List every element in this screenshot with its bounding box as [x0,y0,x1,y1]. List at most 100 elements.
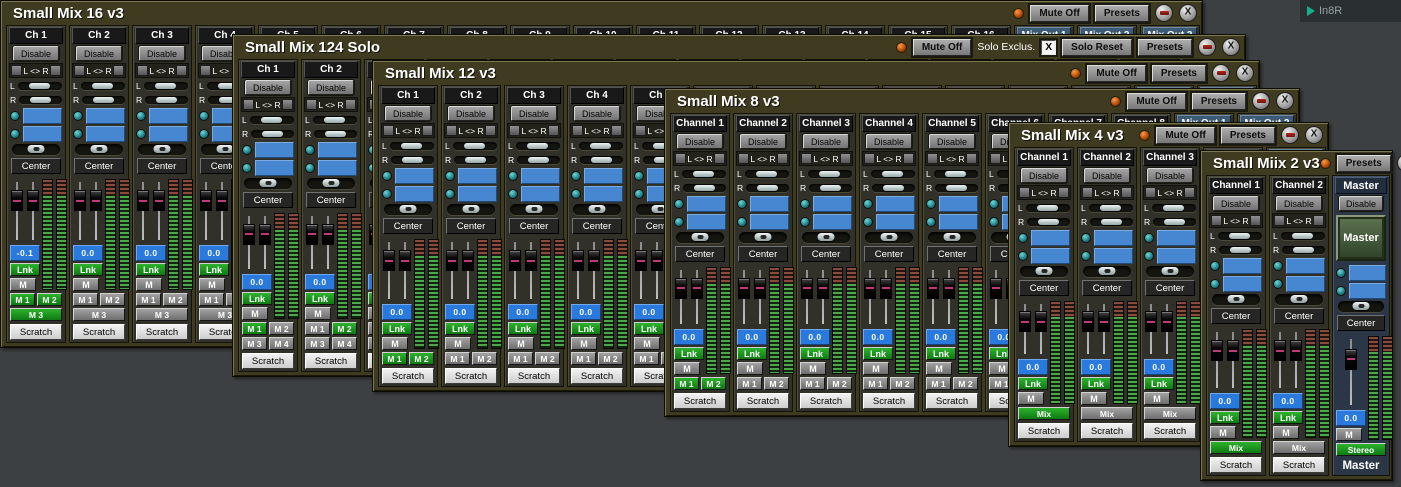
mute-off-button[interactable]: Mute Off [1030,5,1089,22]
pan-handle[interactable] [1036,267,1053,275]
bus-button[interactable]: M 1 [634,352,659,365]
slider-handle[interactable] [1293,247,1314,253]
slider-handle[interactable] [882,171,903,177]
fader-cap[interactable] [927,278,939,299]
close-button[interactable]: X [1276,92,1294,110]
input-slider-l[interactable] [516,142,560,150]
fader-track[interactable] [11,181,23,243]
fader-cap[interactable] [1345,349,1357,370]
pan-slider[interactable] [1146,266,1194,277]
fader-cap[interactable] [651,250,663,271]
link-button[interactable]: Lnk [305,292,335,305]
pan-handle[interactable] [1353,302,1370,310]
fader-cap[interactable] [383,250,395,271]
input-slider-r[interactable] [872,184,915,192]
bus-button[interactable]: M 1 [382,352,407,365]
lr-swap-left-button[interactable] [572,125,583,136]
pan-handle[interactable] [1228,295,1245,303]
bus-button[interactable]: M 1 [199,293,224,306]
fader-cap[interactable] [943,278,955,299]
input-slider-l[interactable] [934,170,978,178]
fader-cap[interactable] [1227,340,1239,361]
fader-cap[interactable] [1211,340,1223,361]
slider-handle[interactable] [464,143,485,149]
presets-button[interactable]: Presets [1221,127,1275,144]
input-slider-l[interactable] [1026,204,1070,212]
input-slider-r[interactable] [314,130,357,138]
bus-button[interactable]: Mix [1273,441,1325,454]
disable-button[interactable]: Disable [1213,196,1259,211]
pan-handle[interactable] [154,145,171,153]
bus-button[interactable]: M 2 [701,377,726,390]
scratch-button[interactable]: Scratch [1081,423,1133,439]
input-slider-r[interactable] [517,156,560,164]
mute-button[interactable]: M [73,278,99,291]
fader-track[interactable] [259,215,271,272]
fader-cap[interactable] [1035,311,1047,332]
input-slider-r[interactable] [391,156,434,164]
input-slider-l[interactable] [390,142,434,150]
scratch-button[interactable]: Scratch [1210,457,1262,473]
lr-swap-left-button[interactable] [738,153,749,164]
fader-track[interactable] [509,241,521,302]
scratch-button[interactable]: Scratch [445,368,497,384]
link-button[interactable]: Lnk [737,347,767,360]
fader-track[interactable] [90,181,102,243]
fader-cap[interactable] [1161,311,1173,332]
pan-handle[interactable] [28,145,45,153]
input-slider-r[interactable] [251,130,294,138]
bus-button[interactable]: M 3 [73,308,125,321]
pan-handle[interactable] [1162,267,1179,275]
lr-swap-left-button[interactable] [446,125,457,136]
lr-swap-right-button[interactable] [422,125,433,136]
fader-track[interactable] [588,241,600,302]
input-slider-l[interactable] [144,82,188,90]
pan-handle[interactable] [944,233,961,241]
mute-off-button[interactable]: Mute Off [1087,65,1146,82]
lr-swap-right-button[interactable] [50,65,61,76]
lr-swap-left-button[interactable] [1211,215,1222,226]
solo-exclusive-checkbox[interactable]: X [1041,40,1056,55]
slider-handle[interactable] [1163,205,1184,211]
lr-swap-right-button[interactable] [548,125,559,136]
lr-swap-left-button[interactable] [1082,187,1093,198]
fader-cap[interactable] [1098,311,1110,332]
lr-swap-right-button[interactable] [714,153,725,164]
fader-track[interactable] [738,269,750,327]
pan-slider[interactable] [802,232,850,243]
disable-button[interactable]: Disable [1084,168,1130,183]
pan-slider[interactable] [1020,266,1068,277]
bus-button[interactable]: M 1 [242,322,267,335]
slider-handle[interactable] [1230,247,1251,253]
fader-cap[interactable] [801,278,813,299]
fader-cap[interactable] [259,224,271,245]
pan-handle[interactable] [91,145,108,153]
slider-handle[interactable] [694,185,715,191]
disable-button[interactable]: Disable [740,134,786,149]
lr-swap-left-button[interactable] [200,65,211,76]
fader-track[interactable] [322,215,334,272]
pan-slider[interactable] [928,232,976,243]
slider-handle[interactable] [883,185,904,191]
scratch-button[interactable]: Scratch [1018,423,1070,439]
mute-button[interactable]: M [305,307,331,320]
lr-swap-left-button[interactable] [243,99,254,110]
input-slider-l[interactable] [453,142,497,150]
lr-swap-left-button[interactable] [11,65,22,76]
bus-button[interactable]: M 1 [800,377,825,390]
center-button[interactable]: Center [446,218,496,234]
input-slider-l[interactable] [250,116,294,124]
pan-handle[interactable] [217,145,234,153]
link-button[interactable]: Lnk [1144,377,1174,390]
pan-slider[interactable] [739,232,787,243]
fader-cap[interactable] [1145,311,1157,332]
presets-button[interactable]: Presets [1138,39,1192,56]
pan-handle[interactable] [526,205,543,213]
slider-handle[interactable] [92,83,113,89]
link-button[interactable]: Lnk [508,322,538,335]
mute-off-button[interactable]: Mute Off [913,39,972,56]
fader-cap[interactable] [1082,311,1094,332]
disable-button[interactable]: Disable [448,106,494,121]
fader-track[interactable] [817,269,829,327]
bus-button[interactable]: M 1 [926,377,951,390]
